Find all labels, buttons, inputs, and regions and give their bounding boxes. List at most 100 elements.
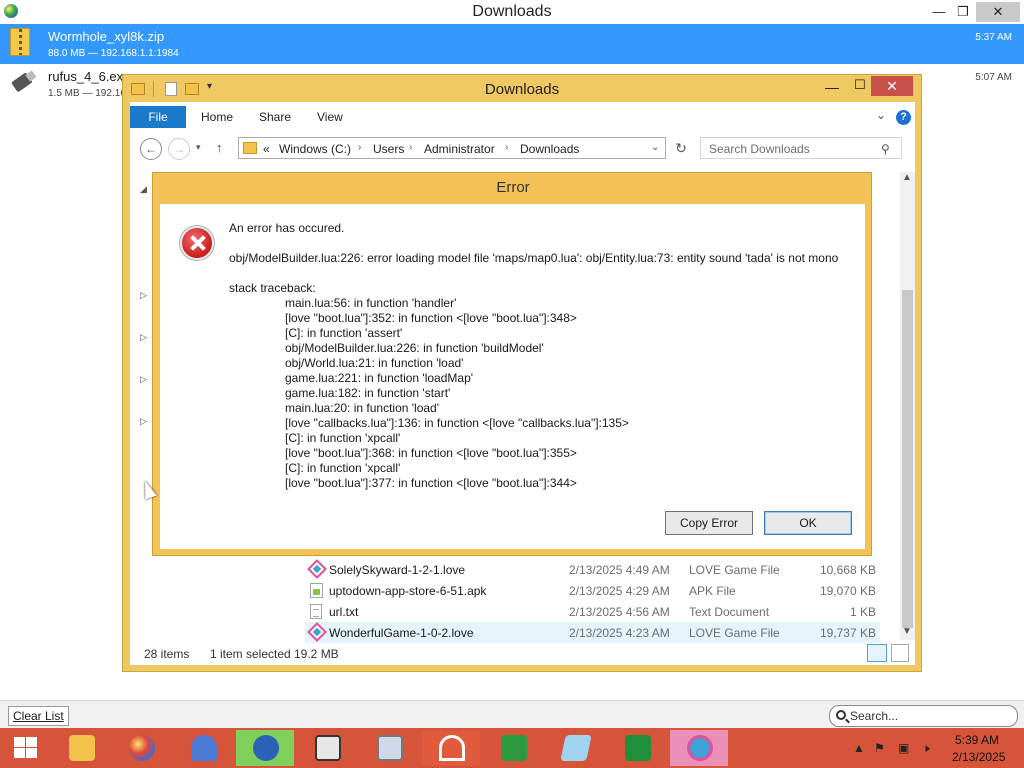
monster-app-icon [253, 735, 279, 761]
file-size: 19,070 KB [819, 584, 876, 598]
dialog-body: An error has occured. obj/ModelBuilder.l… [160, 204, 865, 549]
taskbar-monster-app[interactable] [236, 730, 294, 766]
taskbar-monitor-app[interactable] [360, 730, 418, 766]
folder-icon [243, 142, 257, 154]
chevron-down-icon[interactable]: ⌄ [651, 142, 659, 153]
breadcrumb-users[interactable]: Users [373, 142, 404, 156]
file-name: uptodown-app-store-6-51.apk [329, 584, 487, 598]
file-name: WonderfulGame-1-0-2.love [329, 626, 474, 640]
details-view-icon[interactable] [867, 644, 887, 662]
file-row[interactable]: url.txt 2/13/2025 4:56 AM Text Document … [305, 601, 880, 622]
file-row[interactable]: SolelySkyward-1-2-1.love 2/13/2025 4:49 … [305, 559, 880, 580]
store-icon [501, 735, 527, 761]
taskbar-music-app[interactable] [422, 730, 480, 766]
tree-expand-icon[interactable]: ▷ [140, 290, 147, 301]
error-dialog: Error An error has occured. obj/ModelBui… [152, 172, 872, 556]
file-name: SolelySkyward-1-2-1.love [329, 563, 466, 577]
file-size: 19,737 KB [819, 626, 876, 640]
taskbar-love-app[interactable] [670, 730, 728, 766]
scroll-up-icon[interactable]: ▲ [902, 172, 912, 183]
file-name: url.txt [329, 605, 359, 619]
taskbar-notepad[interactable] [546, 730, 604, 766]
copy-error-button[interactable]: Copy Error [665, 511, 753, 535]
help-icon[interactable]: ? [896, 110, 911, 125]
downloads-search-input[interactable]: Search... [829, 705, 1018, 727]
file-type: LOVE Game File [689, 563, 780, 577]
taskbar-remote-desktop[interactable] [298, 730, 356, 766]
folder-icon[interactable] [131, 83, 145, 95]
tab-share[interactable]: Share [259, 110, 291, 124]
breadcrumb-administrator[interactable]: Administrator [424, 142, 495, 156]
maximize-button[interactable]: ☐ [851, 77, 869, 93]
traceback-line: [love "callbacks.lua"]:136: in function … [285, 416, 629, 430]
love-app-icon [687, 735, 713, 761]
clock-time[interactable]: 5:39 AM [955, 733, 999, 747]
tree-expand-icon[interactable]: ▷ [140, 374, 147, 385]
taskbar-firefox[interactable] [112, 730, 170, 766]
clear-list-button[interactable]: Clear List [8, 706, 69, 726]
clock-date[interactable]: 2/13/2025 [952, 750, 1005, 764]
taskbar-bird-app[interactable] [174, 730, 232, 766]
show-hidden-icons-icon[interactable]: ▲ [853, 741, 865, 755]
volume-muted-icon[interactable]: 🕨 [922, 741, 930, 756]
file-explorer-icon [69, 735, 95, 761]
properties-icon[interactable] [165, 82, 177, 96]
new-folder-icon[interactable] [185, 83, 199, 95]
close-button[interactable]: ✕ [871, 76, 913, 96]
close-button[interactable]: ✕ [976, 2, 1020, 22]
download-item[interactable]: Wormhole_xyl8k.zip 88.0 MB — 192.168.1.1… [0, 24, 1024, 64]
chevron-down-icon[interactable]: ▾ [207, 81, 223, 97]
expand-ribbon-icon[interactable]: ⌄ [876, 108, 886, 122]
vertical-scrollbar[interactable]: ▲ ▼ [900, 172, 915, 640]
taskbar-xbox[interactable] [608, 730, 666, 766]
minimize-button[interactable]: — [823, 79, 841, 95]
recent-locations-icon[interactable]: ▾ [196, 142, 201, 153]
ok-button[interactable]: OK [764, 511, 852, 535]
text-file-icon [310, 604, 322, 619]
tree-expand-icon[interactable]: ▷ [140, 416, 147, 427]
ribbon: File Home Share View ⌄ ? [130, 102, 915, 128]
scrollbar-thumb[interactable] [902, 290, 913, 628]
forward-button[interactable]: → [168, 138, 190, 160]
download-meta: 1.5 MB — 192.16 [48, 88, 126, 99]
tree-expand-icon[interactable]: ▷ [140, 332, 147, 343]
download-name: rufus_4_6.exe [48, 69, 131, 84]
address-bar[interactable]: « Windows (C:) › Users › Administrator ›… [238, 137, 666, 159]
start-button[interactable] [0, 728, 52, 768]
traceback-line: main.lua:20: in function 'load' [285, 401, 440, 415]
firefox-globe-icon [129, 735, 155, 761]
tab-file[interactable]: File [130, 106, 186, 128]
breadcrumb-downloads[interactable]: Downloads [520, 142, 579, 156]
breadcrumb-drive[interactable]: Windows (C:) [279, 142, 351, 156]
scroll-down-icon[interactable]: ▼ [902, 626, 912, 637]
search-placeholder: Search Downloads [709, 142, 810, 156]
search-icon: ⚲ [881, 142, 890, 156]
taskbar-file-explorer[interactable] [52, 730, 110, 766]
taskbar-store[interactable] [484, 730, 542, 766]
back-button[interactable]: ← [140, 138, 162, 160]
navigation-bar: ← → ▾ ↑ « Windows (C:) › Users › Adminis… [130, 132, 915, 168]
zip-folder-icon [10, 28, 30, 56]
tree-expand-icon[interactable]: ◢ [140, 184, 147, 195]
file-row-selected[interactable]: WonderfulGame-1-0-2.love 2/13/2025 4:23 … [305, 622, 880, 643]
tab-home[interactable]: Home [201, 110, 233, 124]
network-icon[interactable]: ▣ [898, 741, 909, 755]
refresh-button[interactable]: ↻ [670, 137, 692, 159]
xbox-icon [625, 735, 651, 761]
traceback-list: main.lua:56: in function 'handler' [love… [285, 296, 629, 491]
file-date: 2/13/2025 4:49 AM [569, 563, 670, 577]
traceback-line: [C]: in function 'assert' [285, 326, 403, 340]
music-app-icon [439, 735, 465, 761]
windows-logo-icon [14, 737, 38, 759]
minimize-button[interactable]: — [926, 2, 952, 22]
large-icons-view-icon[interactable] [891, 644, 909, 662]
tab-view[interactable]: View [317, 110, 343, 124]
traceback-line: main.lua:56: in function 'handler' [285, 296, 457, 310]
restore-button[interactable]: ❐ [950, 2, 976, 22]
search-icon [836, 710, 846, 720]
file-row[interactable]: uptodown-app-store-6-51.apk 2/13/2025 4:… [305, 580, 880, 601]
up-button[interactable]: ↑ [216, 140, 223, 155]
traceback-line: obj/ModelBuilder.lua:226: in function 'b… [285, 341, 544, 355]
action-center-flag-icon[interactable]: ⚑ [874, 741, 885, 755]
search-input[interactable]: Search Downloads ⚲ [700, 137, 902, 159]
